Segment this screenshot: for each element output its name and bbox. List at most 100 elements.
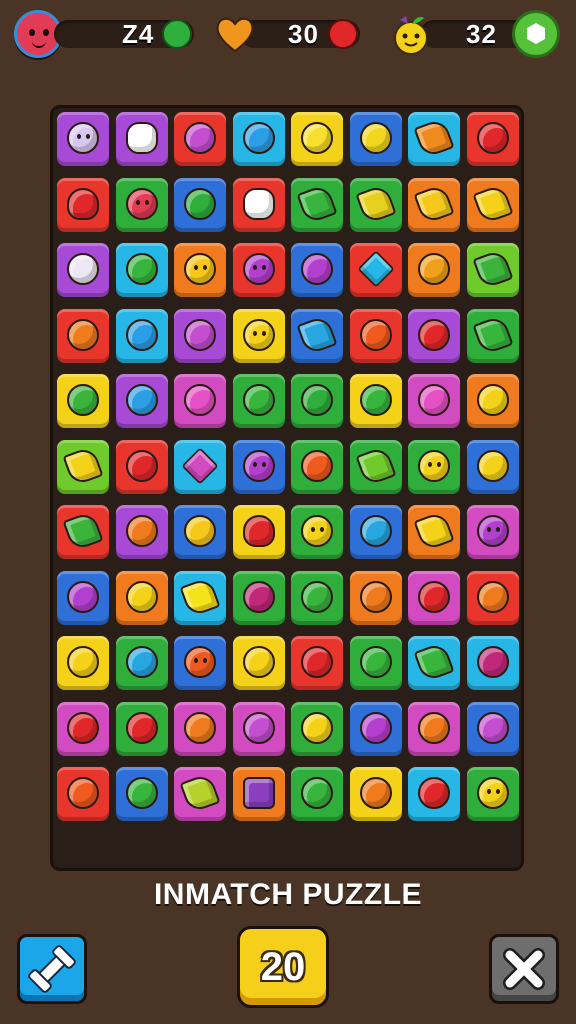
board-tile[interactable] [349,570,402,625]
fruit-eye-icon [311,527,315,532]
board-tile[interactable] [57,636,109,690]
board-tile[interactable] [57,308,109,363]
hammer-booster-button[interactable] [17,934,87,1004]
round-fruit-icon [67,580,99,613]
board-tile[interactable] [291,112,343,166]
board-tile[interactable] [115,308,168,363]
board-tile[interactable] [174,243,226,297]
round-fruit-icon [359,384,392,416]
board-tile[interactable] [466,177,519,232]
board-tile[interactable] [466,636,519,690]
board-tile[interactable] [232,767,285,821]
board-tile[interactable] [232,374,285,428]
board-tile[interactable] [349,177,402,232]
board-tile[interactable] [57,767,109,821]
board-tile[interactable] [232,570,285,625]
board-tile[interactable] [291,439,343,494]
board-tile[interactable] [174,570,226,625]
board-tile[interactable] [349,243,402,297]
board-tile[interactable] [291,505,343,559]
board-tile[interactable] [57,570,109,625]
board-tile[interactable] [57,439,109,494]
board-tile[interactable] [466,374,519,428]
board-tile[interactable] [174,439,226,494]
board-tile[interactable] [408,636,460,690]
board-tile[interactable] [115,112,168,166]
board-tile[interactable] [57,177,109,232]
board-tile[interactable] [232,112,285,166]
board-tile[interactable] [174,505,226,559]
board-tile[interactable] [174,374,226,428]
board-tile[interactable] [232,308,285,363]
board-tile[interactable] [174,177,226,232]
board-tile[interactable] [115,767,168,821]
board-tile[interactable] [466,308,519,363]
board-tile[interactable] [115,374,168,428]
board-tile[interactable] [291,374,343,428]
board-tile[interactable] [57,112,109,166]
board-tile[interactable] [57,374,109,428]
hexagon-gem-icon[interactable] [512,10,560,58]
board-tile[interactable] [349,505,402,559]
board-tile[interactable] [408,112,460,166]
board-tile[interactable] [115,177,168,232]
board-tile[interactable] [466,243,519,297]
board-tile[interactable] [349,374,402,428]
board-tile[interactable] [115,243,168,297]
close-button[interactable] [489,934,559,1004]
board-tile[interactable] [408,308,460,363]
board-tile[interactable] [291,243,343,297]
board-tile[interactable] [232,243,285,297]
board-tile[interactable] [174,767,226,821]
board-tile[interactable] [291,636,343,690]
board-tile[interactable] [408,439,460,494]
round-fruit-icon [125,711,158,744]
board-tile[interactable] [408,243,460,297]
round-fruit-icon [476,122,509,154]
board-tile[interactable] [349,767,402,821]
board-tile[interactable] [57,505,109,559]
leaf-fruit-icon [413,117,455,159]
board-tile[interactable] [349,308,402,363]
board-tile[interactable] [349,439,402,494]
board-tile[interactable] [291,570,343,625]
board-tile[interactable] [349,112,402,166]
board-tile[interactable] [291,701,343,756]
board-tile[interactable] [408,701,460,756]
board-tile[interactable] [291,177,343,232]
board-tile[interactable] [174,636,226,690]
board-tile[interactable] [232,636,285,690]
board-tile[interactable] [174,112,226,166]
board-tile[interactable] [408,767,460,821]
board-tile[interactable] [232,505,285,559]
board-tile[interactable] [349,701,402,756]
board-tile[interactable] [466,505,519,559]
board-tile[interactable] [174,701,226,756]
board-tile[interactable] [115,439,168,494]
moves-value: Z4 [122,19,155,49]
board-tile[interactable] [115,701,168,756]
board-tile[interactable] [408,570,460,625]
board-tile[interactable] [57,701,109,756]
board-tile[interactable] [466,112,519,166]
board-tile[interactable] [349,636,402,690]
board-tile[interactable] [408,177,460,232]
board-tile[interactable] [466,439,519,494]
board-tile[interactable] [232,177,285,232]
round-fruit-icon [67,384,99,416]
board-tile[interactable] [115,636,168,690]
board-tile[interactable] [232,701,285,756]
board-tile[interactable] [466,570,519,625]
board-tile[interactable] [57,243,109,297]
board-tile[interactable] [408,505,460,559]
board-tile[interactable] [115,570,168,625]
board-tile[interactable] [408,374,460,428]
board-tile[interactable] [174,308,226,363]
board-tile[interactable] [232,439,285,494]
board-tile[interactable] [466,701,519,756]
board-tile[interactable] [466,767,519,821]
board-tile[interactable] [115,505,168,559]
board-tile[interactable] [291,308,343,363]
level-button[interactable]: 20 [237,926,329,1008]
board-tile[interactable] [291,767,343,821]
